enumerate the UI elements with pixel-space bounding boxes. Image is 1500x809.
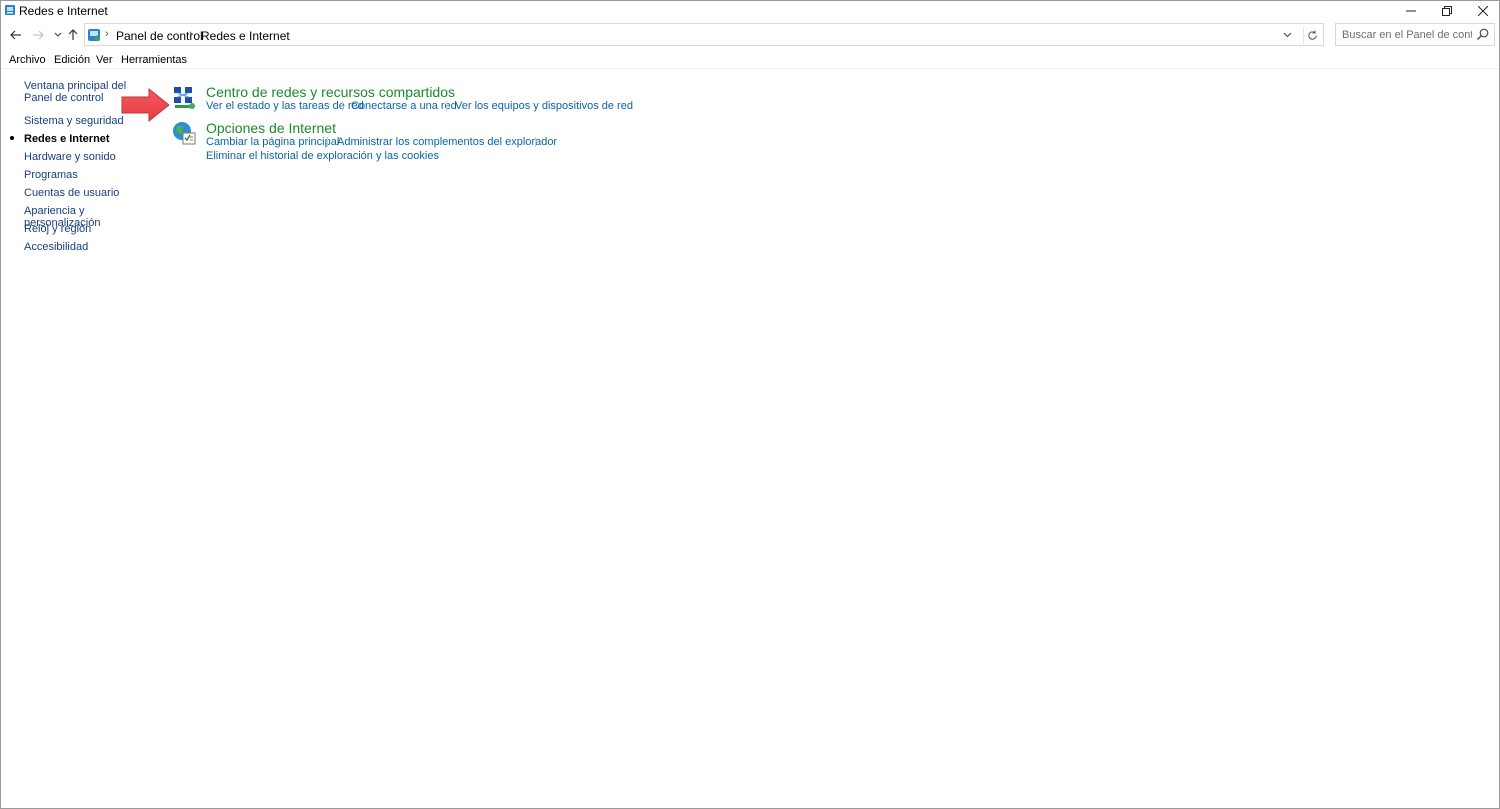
network-center-icon[interactable] [171,85,197,111]
title-bar: Redes e Internet [1,1,1499,21]
link-network-status[interactable]: Ver el estado y las tareas de red [206,100,364,112]
link-connect-network[interactable]: Conectarse a una red [351,100,457,112]
link-separator [446,101,447,111]
minimize-button[interactable] [1394,1,1428,21]
restore-icon [1442,6,1452,16]
back-button[interactable] [7,25,25,45]
annotation-arrow-icon [121,87,170,123]
chevron-down-icon [54,32,62,37]
sidebar-item-programas[interactable]: Programas [24,169,152,181]
menu-herramientas[interactable]: Herramientas [121,54,187,66]
link-delete-history[interactable]: Eliminar el historial de exploración y l… [206,150,439,162]
address-bar[interactable]: › Panel de control › Redes e Internet [84,23,1324,46]
sidebar-item-reloj-y-region[interactable]: Reloj y región [24,223,152,235]
close-button[interactable] [1466,1,1500,21]
arrow-left-icon [10,30,21,40]
breadcrumb-redes-e-internet[interactable]: Redes e Internet [201,29,290,43]
menu-bar: Archivo Edición Ver Herramientas [1,51,1499,69]
chevron-down-icon [1283,32,1291,38]
link-network-devices[interactable]: Ver los equipos y dispositivos de red [455,100,633,112]
refresh-button[interactable] [1303,26,1321,44]
active-bullet-icon [10,136,14,140]
search-input[interactable] [1336,24,1472,45]
close-icon [1478,6,1488,16]
sidebar-item-redes-e-internet[interactable]: Redes e Internet [24,133,152,145]
category-title-internet-options[interactable]: Opciones de Internet [206,120,336,136]
category-title-network-center[interactable]: Centro de redes y recursos compartidos [206,84,455,100]
link-change-home-page[interactable]: Cambiar la página principal [206,136,339,148]
control-panel-icon [5,5,15,15]
search-icon[interactable] [1476,27,1490,41]
up-button[interactable] [64,25,82,45]
refresh-icon [1308,29,1317,40]
sidebar-item-accesibilidad[interactable]: Accesibilidad [24,241,152,253]
menu-ver[interactable]: Ver [96,54,113,66]
arrow-right-icon [33,30,44,40]
navigation-bar: › Panel de control › Redes e Internet [1,23,1499,47]
menu-edicion[interactable]: Edición [54,54,90,66]
breadcrumb-separator-icon: › [105,28,109,40]
link-separator [327,137,328,147]
menu-archivo[interactable]: Archivo [9,54,46,66]
minimize-icon [1406,10,1416,12]
link-manage-addons[interactable]: Administrar los complementos del explora… [337,136,557,148]
search-box[interactable] [1335,23,1495,46]
control-panel-window: Redes e Internet › Panel de control › Re… [0,0,1500,809]
forward-button[interactable] [29,25,47,45]
link-separator [535,137,536,147]
window-title: Redes e Internet [19,4,108,18]
sidebar-item-hardware-y-sonido[interactable]: Hardware y sonido [24,151,152,163]
link-separator [342,101,343,111]
address-dropdown-button[interactable] [1279,27,1295,43]
control-panel-icon [88,29,100,41]
restore-button[interactable] [1430,1,1464,21]
breadcrumb-separator-icon: › [189,28,193,40]
internet-options-icon[interactable] [171,120,197,146]
arrow-up-icon [68,29,78,40]
sidebar-item-cuentas-de-usuario[interactable]: Cuentas de usuario [24,187,152,199]
